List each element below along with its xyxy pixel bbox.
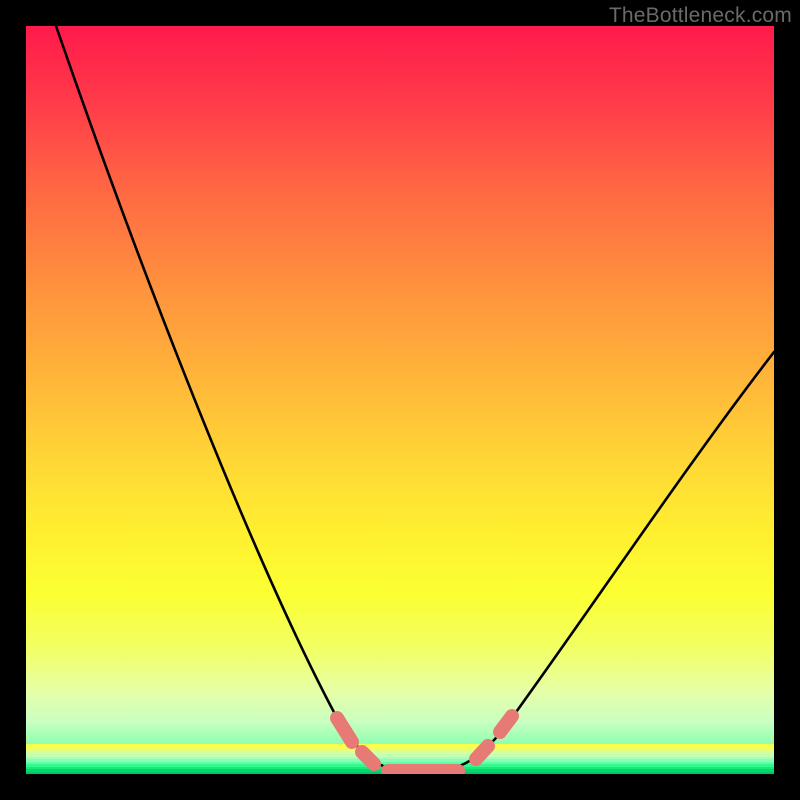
marker-seg: [476, 746, 488, 759]
marker-group: [337, 716, 512, 771]
watermark-text: TheBottleneck.com: [609, 4, 792, 28]
chart-plot-area: [26, 26, 774, 774]
marker-seg: [500, 716, 512, 732]
chart-svg: [26, 26, 774, 774]
marker-seg: [362, 752, 374, 764]
curve-path: [56, 26, 774, 772]
marker-seg: [337, 718, 352, 742]
